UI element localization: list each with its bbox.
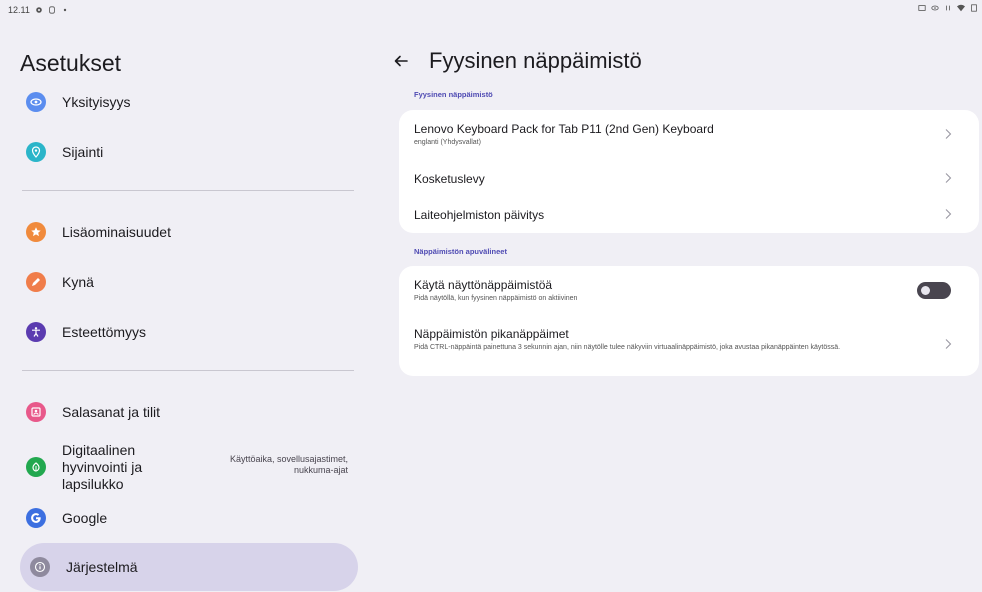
on-screen-keyboard-row[interactable]: Käytä näyttönäppäimistöä Pidä näytöllä, …	[414, 278, 964, 308]
sidebar-item-label: Sijainti	[62, 144, 104, 160]
sidebar-item-pen[interactable]: Kynä	[20, 262, 358, 302]
row-subtitle: Pidä näytöllä, kun fyysinen näppäimistö …	[414, 295, 578, 302]
chevron-right-icon	[945, 209, 952, 219]
row-title: Käytä näyttönäppäimistöä	[414, 278, 553, 292]
sidebar-item-sublabel: Käyttöaika, sovellusajastimet, nukkuma-a…	[229, 454, 348, 475]
accessibility-icon	[26, 322, 46, 342]
settings-gear-icon	[36, 7, 42, 13]
on-screen-keyboard-toggle[interactable]	[917, 282, 951, 299]
section-label-physical-keyboard: Fyysinen näppäimistö	[414, 90, 493, 99]
section-label-keyboard-tools: Näppäimistön apuvälineet	[414, 247, 507, 256]
sidebar-item-extra-features[interactable]: Lisäominaisuudet	[20, 212, 358, 252]
page-title: Fyysinen näppäimistö	[429, 48, 642, 73]
sidebar-item-label: Yksityisyys	[62, 94, 131, 110]
row-subtitle: englanti (Yhdysvallat)	[414, 139, 481, 146]
notification-s-icon	[49, 6, 55, 14]
row-title: Näppäimistön pikanäppäimet	[414, 327, 569, 341]
privacy-eye-icon	[26, 92, 46, 112]
row-title: Laiteohjelmiston päivitys	[414, 208, 545, 222]
data-arrows-icon	[946, 5, 950, 11]
settings-title: Asetukset	[20, 50, 121, 76]
row-title: Lenovo Keyboard Pack for Tab P11 (2nd Ge…	[414, 122, 714, 136]
sidebar-item-passwords-accounts[interactable]: Salasanat ja tilit	[20, 392, 358, 432]
sidebar-item-digital-wellbeing[interactable]: Digitaalinen hyvinvointi ja lapsilukko K…	[20, 441, 358, 492]
chevron-right-icon	[945, 339, 952, 349]
sidebar-item-label: Digitaalinen hyvinvointi ja lapsilukko	[62, 441, 143, 492]
info-icon	[30, 557, 50, 577]
chevron-right-icon	[945, 129, 952, 139]
sidebar-item-label: Järjestelmä	[66, 559, 138, 575]
sidebar-item-label: Esteettömyys	[62, 324, 147, 340]
screen-cast-icon	[918, 5, 926, 11]
star-icon	[26, 222, 46, 242]
wellbeing-icon	[26, 457, 46, 477]
account-box-icon	[26, 402, 46, 422]
sidebar-item-accessibility[interactable]: Esteettömyys	[20, 312, 358, 352]
keyboard-device-row[interactable]: Lenovo Keyboard Pack for Tab P11 (2nd Ge…	[414, 122, 964, 152]
sidebar-divider	[22, 370, 354, 371]
sidebar-item-privacy[interactable]: Yksityisyys	[20, 82, 358, 122]
sidebar-item-label: Kynä	[62, 274, 94, 290]
dot-icon	[63, 8, 67, 12]
sidebar-item-label: Salasanat ja tilit	[62, 404, 161, 420]
touchpad-row[interactable]: Kosketuslevy	[414, 172, 964, 190]
status-time: 12.11	[8, 5, 30, 15]
physical-keyboard-card: Lenovo Keyboard Pack for Tab P11 (2nd Ge…	[399, 110, 979, 233]
battery-icon	[971, 4, 977, 12]
sidebar-item-label: Lisäominaisuudet	[62, 224, 171, 240]
sidebar-item-location[interactable]: Sijainti	[20, 132, 358, 172]
keyboard-shortcuts-row[interactable]: Näppäimistön pikanäppäimet Pidä CTRL-näp…	[414, 327, 964, 367]
back-arrow-icon[interactable]	[392, 52, 410, 70]
row-subtitle: Pidä CTRL-näppäintä painettuna 3 sekunni…	[414, 344, 841, 351]
row-title: Kosketuslevy	[414, 172, 485, 186]
toggle-knob	[921, 286, 930, 295]
google-icon	[26, 508, 46, 528]
location-pin-icon	[26, 142, 46, 162]
status-bar: 12.11	[0, 0, 982, 18]
sidebar-divider	[22, 190, 354, 191]
sidebar-item-google[interactable]: Google	[20, 498, 358, 538]
eye-icon	[931, 5, 939, 11]
wifi-icon	[957, 4, 965, 12]
sidebar-item-system[interactable]: Järjestelmä	[20, 543, 358, 591]
keyboard-tools-card: Käytä näyttönäppäimistöä Pidä näytöllä, …	[399, 266, 979, 376]
chevron-right-icon	[945, 173, 952, 183]
sidebar-item-label: Google	[62, 510, 108, 526]
firmware-update-row[interactable]: Laiteohjelmiston päivitys	[414, 208, 964, 226]
pen-icon	[26, 272, 46, 292]
